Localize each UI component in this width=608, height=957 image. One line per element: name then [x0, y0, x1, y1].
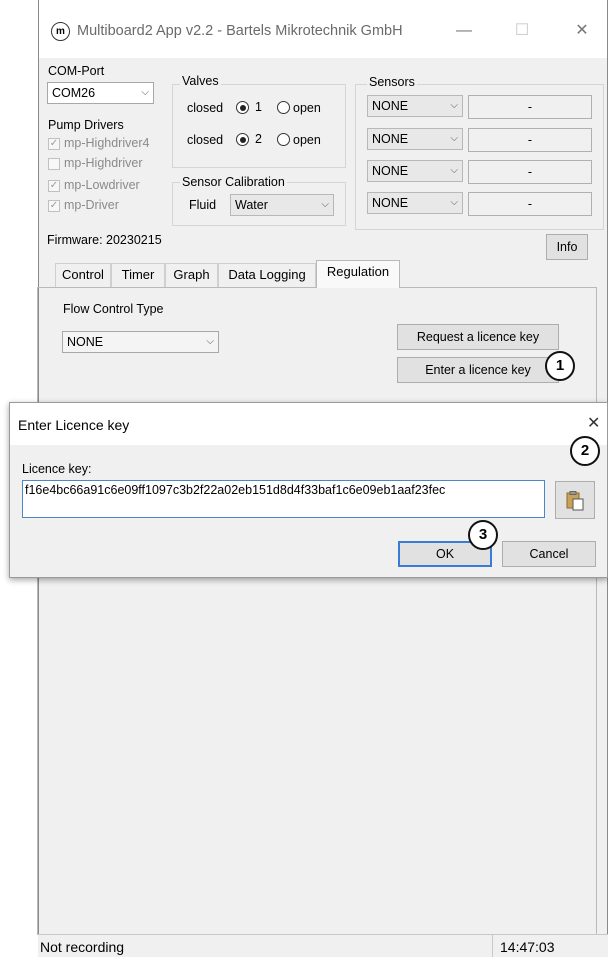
status-bar: Not recording 14:47:03: [38, 934, 608, 957]
pump-drivers-label: Pump Drivers: [48, 118, 124, 132]
minimize-button[interactable]: —: [449, 18, 479, 44]
flow-control-type-label: Flow Control Type: [63, 302, 164, 316]
tab-regulation[interactable]: Regulation: [316, 260, 400, 288]
valve-closed-label: closed: [187, 101, 224, 115]
licence-key-label: Licence key:: [22, 462, 92, 476]
chevron-down-icon: ⌵: [450, 133, 458, 144]
callout-marker: 1: [545, 351, 575, 381]
sensor-1-type-select[interactable]: NONE ⌵: [367, 95, 463, 117]
chevron-down-icon: ⌵: [450, 197, 458, 208]
fluid-label: Fluid: [189, 198, 217, 212]
sensor-4-value: -: [468, 192, 592, 216]
sensor-4-type-select[interactable]: NONE ⌵: [367, 192, 463, 214]
valve-open-label: open: [293, 133, 321, 147]
enter-licence-key-button[interactable]: Enter a licence key: [397, 357, 559, 383]
sensor-1-value: -: [468, 95, 592, 119]
sensor-3-value: -: [468, 160, 592, 184]
com-port-select[interactable]: COM26 ⌵: [47, 82, 154, 104]
pump-driver-label: mp-Lowdriver: [64, 178, 140, 192]
licence-key-dialog: Enter Licence key ✕ Licence key: f16e4bc…: [9, 402, 608, 578]
tab-page-regulation: [37, 287, 597, 935]
info-button[interactable]: Info: [546, 234, 588, 260]
request-licence-key-button[interactable]: Request a licence key: [397, 324, 559, 350]
dialog-close-button[interactable]: ✕: [587, 413, 600, 433]
sensor-2-value: -: [468, 128, 592, 152]
tab-timer[interactable]: Timer: [111, 263, 165, 287]
valve-1-closed-radio[interactable]: [236, 101, 249, 114]
firmware-version: Firmware: 20230215: [47, 233, 162, 247]
valve-1-open-radio[interactable]: [277, 101, 290, 114]
app-logo-icon: m: [51, 22, 70, 41]
valves-label: Valves: [180, 74, 221, 88]
status-time: 14:47:03: [500, 939, 555, 955]
pump-driver-label: mp-Highdriver: [64, 156, 143, 170]
checkbox-mp-highdriver4[interactable]: ✓: [48, 138, 60, 150]
maximize-button[interactable]: ☐: [507, 18, 537, 44]
close-button[interactable]: ✕: [567, 18, 597, 44]
chevron-down-icon: ⌵: [206, 336, 214, 347]
dialog-title-bar[interactable]: Enter Licence key ✕: [10, 403, 607, 445]
sensor-type-value: NONE: [372, 132, 409, 146]
chevron-down-icon: ⌵: [450, 165, 458, 176]
licence-key-value: f16e4bc66a91c6e09ff1097c3b2f22a02eb151d8…: [25, 483, 446, 497]
checkbox-mp-lowdriver[interactable]: ✓: [48, 180, 60, 192]
checkbox-mp-driver[interactable]: ✓: [48, 200, 60, 212]
chevron-down-icon: ⌵: [450, 100, 458, 111]
cancel-button[interactable]: Cancel: [502, 541, 596, 567]
com-port-label: COM-Port: [48, 64, 105, 78]
chevron-down-icon: ⌵: [141, 87, 149, 98]
valve-open-label: open: [293, 101, 321, 115]
sensors-label: Sensors: [367, 75, 417, 89]
tab-control[interactable]: Control: [55, 263, 111, 287]
pump-driver-label: mp-Highdriver4: [64, 136, 150, 150]
status-divider: [492, 935, 493, 957]
paste-button[interactable]: [555, 481, 595, 519]
sensor-type-value: NONE: [372, 99, 409, 113]
licence-key-input[interactable]: f16e4bc66a91c6e09ff1097c3b2f22a02eb151d8…: [22, 480, 545, 518]
paste-icon: [566, 491, 584, 511]
pump-driver-label: mp-Driver: [64, 198, 119, 212]
checkbox-mp-highdriver[interactable]: [48, 158, 60, 170]
dialog-title: Enter Licence key: [18, 417, 130, 433]
sensor-type-value: NONE: [372, 164, 409, 178]
sensor-3-type-select[interactable]: NONE ⌵: [367, 160, 463, 182]
recording-status: Not recording: [40, 939, 125, 955]
fluid-value: Water: [235, 198, 268, 212]
title-bar[interactable]: m Multiboard2 App v2.2 - Bartels Mikrote…: [39, 0, 607, 58]
flow-control-type-select[interactable]: NONE ⌵: [62, 331, 219, 353]
valve-2-closed-radio[interactable]: [236, 133, 249, 146]
valves-group: [172, 84, 346, 168]
callout-marker: 2: [570, 436, 600, 466]
callout-marker: 3: [468, 520, 498, 550]
fluid-select[interactable]: Water ⌵: [230, 194, 334, 216]
valve-2-open-radio[interactable]: [277, 133, 290, 146]
com-port-value: COM26: [52, 86, 96, 100]
sensor-2-type-select[interactable]: NONE ⌵: [367, 128, 463, 150]
valve-number: 2: [255, 132, 262, 146]
sensor-type-value: NONE: [372, 196, 409, 210]
flow-control-type-value: NONE: [67, 335, 104, 349]
tab-graph[interactable]: Graph: [165, 263, 218, 287]
tab-data-logging[interactable]: Data Logging: [218, 263, 316, 287]
sensor-calibration-label: Sensor Calibration: [180, 175, 287, 189]
valve-number: 1: [255, 100, 262, 114]
valve-closed-label: closed: [187, 133, 224, 147]
window-title: Multiboard2 App v2.2 - Bartels Mikrotech…: [77, 23, 403, 39]
chevron-down-icon: ⌵: [321, 199, 329, 210]
